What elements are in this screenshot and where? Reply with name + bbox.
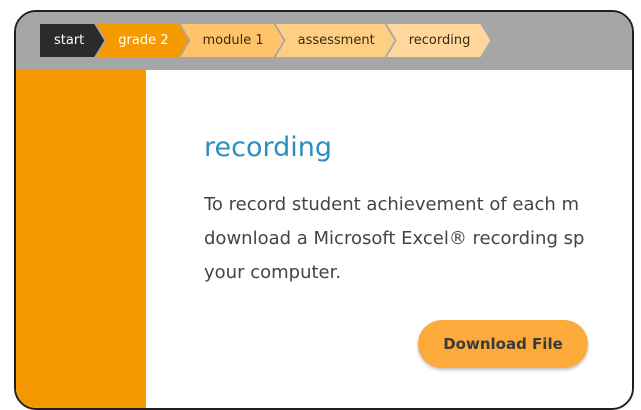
breadcrumb-module-label: module 1 (202, 33, 264, 48)
breadcrumb-recording-label: recording (408, 33, 471, 48)
paragraph-line: your computer. (204, 262, 342, 283)
breadcrumb-assessment-label: assessment (297, 33, 375, 48)
breadcrumb-recording[interactable]: recording (387, 24, 491, 57)
paragraph-line: download a Microsoft Excel® recording sp (204, 228, 585, 249)
download-file-button-label: Download File (443, 335, 563, 353)
download-file-button[interactable]: Download File (418, 320, 588, 368)
breadcrumb-start[interactable]: start (40, 24, 104, 57)
window-frame: start grade 2 module 1 assessment record… (14, 10, 634, 410)
breadcrumb-grade[interactable]: grade 2 (96, 24, 188, 57)
breadcrumb-grade-label: grade 2 (118, 33, 169, 48)
paragraph-line: To record student achievement of each m (204, 194, 580, 215)
breadcrumb: start grade 2 module 1 assessment record… (40, 24, 490, 57)
main-content: recording To record student achievement … (146, 70, 632, 408)
sidebar (16, 70, 146, 408)
page-title: recording (204, 132, 332, 163)
breadcrumb-module[interactable]: module 1 (181, 24, 284, 57)
breadcrumb-assessment[interactable]: assessment (276, 24, 395, 57)
instructions-paragraph: To record student achievement of each m … (204, 188, 632, 290)
breadcrumb-start-label: start (54, 33, 85, 48)
top-navigation-bar: start grade 2 module 1 assessment record… (16, 12, 632, 70)
